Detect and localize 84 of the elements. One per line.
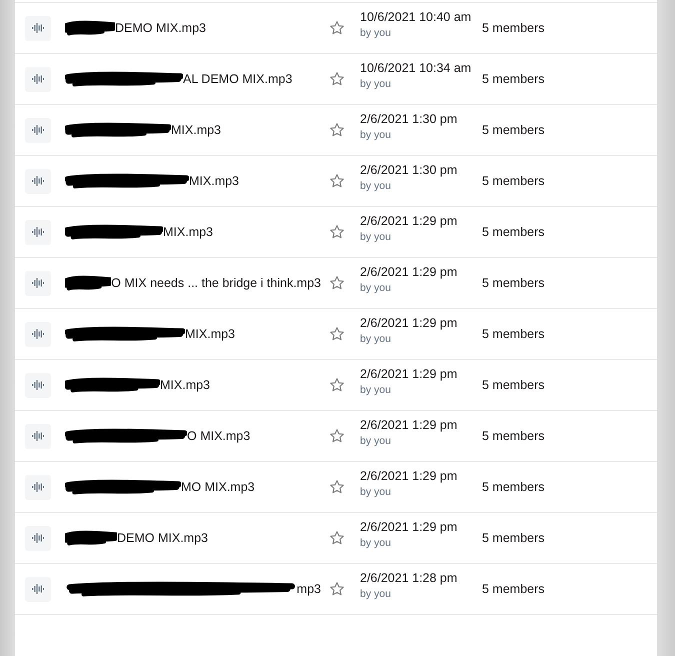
sharing-members: 5 members: [482, 123, 546, 137]
sharing-members: 5 members: [482, 429, 546, 443]
modified-by: by you: [360, 281, 392, 296]
file-name[interactable]: mp3: [296, 582, 321, 596]
sharing-members: 5 members: [482, 174, 546, 188]
modified-date: 2/6/2021 1:29 pm: [360, 417, 458, 433]
file-name[interactable]: MO MIX.mp3: [181, 480, 255, 494]
audio-file-icon: [25, 118, 51, 142]
sharing-members: 5 members: [482, 378, 546, 392]
file-name[interactable]: MIX.mp3: [160, 378, 210, 392]
file-row[interactable]: DEMO MIX.mp3 2/6/2021 1:29 pm by you 5 members: [15, 512, 657, 563]
sharing-members: 5 members: [482, 225, 546, 239]
star-icon[interactable]: [329, 428, 345, 444]
modified-date: 2/6/2021 1:29 pm: [360, 468, 458, 484]
modified-by: by you: [360, 332, 392, 347]
file-name[interactable]: O MIX needs ... the bridge i think.mp3: [111, 276, 321, 290]
star-icon[interactable]: [329, 122, 345, 138]
star-icon[interactable]: [329, 224, 345, 240]
file-name[interactable]: O MIX.mp3: [187, 429, 250, 443]
modified-by: by you: [360, 587, 392, 602]
modified-by: by you: [360, 77, 392, 92]
modified-date: 10/6/2021 10:40 am: [360, 9, 472, 25]
file-row[interactable]: mp3 2/6/2021 1:28 pm by you 5 members: [15, 563, 657, 615]
audio-file-icon: [25, 66, 51, 92]
modified-by: by you: [360, 485, 392, 500]
file-name[interactable]: MIX.mp3: [171, 123, 222, 137]
file-name[interactable]: MIX.mp3: [189, 174, 240, 188]
audio-file-icon: [25, 270, 51, 296]
star-icon[interactable]: [329, 275, 345, 291]
modified-date: 10/6/2021 10:34 am: [360, 60, 472, 76]
audio-file-icon: [25, 322, 51, 346]
file-row[interactable]: MIX.mp3 2/6/2021 1:30 pm by you 5 members: [15, 104, 657, 155]
modified-date: 2/6/2021 1:30 pm: [360, 111, 458, 127]
star-icon[interactable]: [329, 71, 345, 87]
audio-file-icon: [25, 474, 51, 500]
sharing-members: 5 members: [482, 276, 546, 290]
audio-file-icon: [25, 576, 51, 602]
file-row[interactable]: MO MIX.mp3 2/6/2021 1:29 pm by you 5 members: [15, 461, 657, 512]
file-row[interactable]: O MIX.mp3 2/6/2021 1:29 pm by you 5 members: [15, 410, 657, 461]
modified-date: 2/6/2021 1:29 pm: [360, 366, 458, 382]
sharing-members: 5 members: [482, 21, 546, 35]
modified-by: by you: [360, 383, 392, 398]
sharing-members: 5 members: [482, 327, 546, 341]
sharing-members: 5 members: [482, 531, 546, 545]
modified-date: 2/6/2021 1:29 pm: [360, 519, 458, 535]
audio-file-icon: [25, 526, 51, 550]
file-row[interactable]: MIX.mp3 2/6/2021 1:29 pm by you 5 members: [15, 359, 657, 410]
star-icon[interactable]: [329, 20, 345, 36]
file-name[interactable]: MIX.mp3: [185, 327, 236, 341]
file-row[interactable]: MIX.mp3 2/6/2021 1:29 pm by you 5 members: [15, 308, 657, 359]
modified-by: by you: [360, 230, 392, 245]
audio-file-icon: [25, 168, 51, 194]
file-row[interactable]: MIX.mp3 2/6/2021 1:29 pm by you 5 members: [15, 206, 657, 257]
file-row[interactable]: MIX.mp3 2/6/2021 1:30 pm by you 5 members: [15, 155, 657, 206]
audio-file-icon: [25, 424, 51, 448]
sharing-members: 5 members: [482, 480, 546, 494]
file-name[interactable]: DEMO MIX.mp3: [115, 21, 206, 35]
file-row[interactable]: DEMO MIX.mp3 10/6/2021 10:40 am by you 5 members: [15, 2, 657, 53]
file-row[interactable]: O MIX needs ... the bridge i think.mp3 2/6/2021 1:29 pm by you 5 members: [15, 257, 657, 308]
star-icon[interactable]: [329, 479, 345, 495]
star-icon[interactable]: [329, 530, 345, 546]
sharing-members: 5 members: [482, 72, 546, 86]
modified-date: 2/6/2021 1:30 pm: [360, 162, 458, 178]
audio-file-icon: [25, 372, 51, 398]
file-name[interactable]: DEMO MIX.mp3: [117, 531, 208, 545]
star-icon[interactable]: [329, 581, 345, 597]
audio-file-icon: [25, 16, 51, 40]
modified-date: 2/6/2021 1:28 pm: [360, 570, 458, 586]
file-name[interactable]: MIX.mp3: [163, 225, 214, 239]
modified-by: by you: [360, 26, 392, 41]
star-icon[interactable]: [329, 326, 345, 342]
star-icon[interactable]: [329, 173, 345, 189]
modified-by: by you: [360, 128, 392, 143]
file-name[interactable]: AL DEMO MIX.mp3: [183, 72, 292, 86]
modified-by: by you: [360, 179, 392, 194]
file-row[interactable]: AL DEMO MIX.mp3 10/6/2021 10:34 am by you 5 members: [15, 53, 657, 104]
modified-date: 2/6/2021 1:29 pm: [360, 213, 458, 229]
modified-by: by you: [360, 434, 392, 449]
modified-date: 2/6/2021 1:29 pm: [360, 315, 458, 331]
star-icon[interactable]: [329, 377, 345, 393]
modified-by: by you: [360, 536, 392, 551]
modified-date: 2/6/2021 1:29 pm: [360, 264, 458, 280]
audio-file-icon: [25, 220, 51, 244]
sharing-members: 5 members: [482, 582, 546, 596]
